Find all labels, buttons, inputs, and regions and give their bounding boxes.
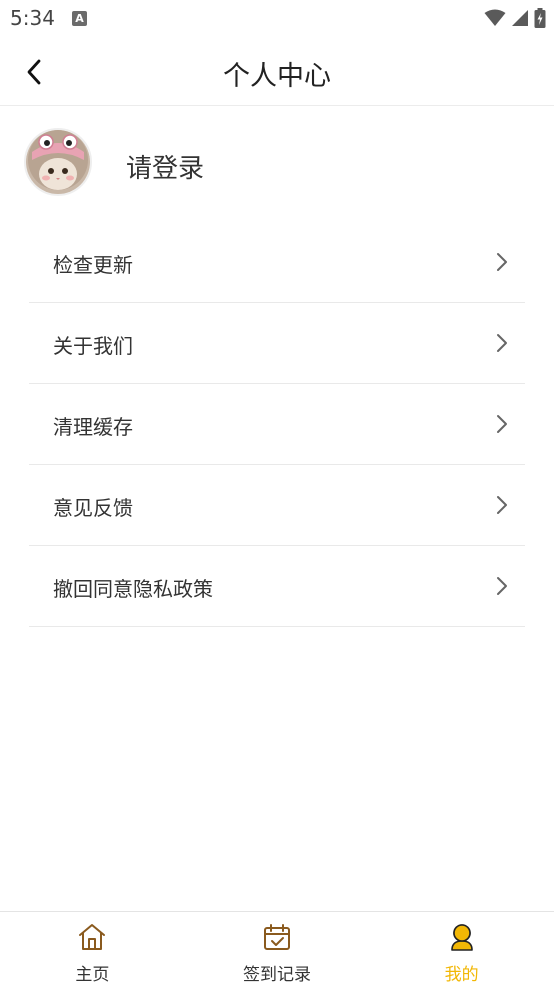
user-icon <box>450 924 473 951</box>
menu-item-check-update[interactable]: 检查更新 <box>29 222 525 303</box>
chevron-right-icon <box>497 253 507 271</box>
chevron-right-icon <box>497 496 507 514</box>
chevron-right-icon <box>497 334 507 352</box>
status-time: 5:34 <box>10 6 55 30</box>
tab-mine[interactable]: 我的 <box>369 912 554 984</box>
avatar[interactable] <box>24 128 92 196</box>
tab-label: 签到记录 <box>243 965 311 984</box>
settings-menu: 检查更新 关于我们 清理缓存 意见反馈 撤回同意隐私政策 <box>29 222 525 627</box>
menu-item-label: 意见反馈 <box>53 496 133 520</box>
menu-item-clear-cache[interactable]: 清理缓存 <box>29 384 525 465</box>
page-title: 个人中心 <box>223 61 331 92</box>
title-bar: 个人中心 <box>0 36 554 106</box>
tab-checkin-records[interactable]: 签到记录 <box>185 912 370 984</box>
menu-item-label: 撤回同意隐私政策 <box>53 577 213 601</box>
calendar-check-icon <box>264 924 290 950</box>
menu-item-revoke-privacy[interactable]: 撤回同意隐私政策 <box>29 546 525 627</box>
menu-item-label: 清理缓存 <box>53 415 133 439</box>
chevron-right-icon <box>497 577 507 595</box>
status-icons <box>484 8 546 28</box>
home-icon <box>79 924 106 950</box>
tab-home[interactable]: 主页 <box>0 912 185 984</box>
bottom-tab-bar: 主页 签到记录 我的 <box>0 911 554 984</box>
tab-label: 主页 <box>75 965 110 984</box>
menu-item-about-us[interactable]: 关于我们 <box>29 303 525 384</box>
tab-label: 我的 <box>444 965 479 984</box>
battery-icon <box>534 8 546 28</box>
chevron-right-icon <box>497 415 507 433</box>
avatar-cat-image <box>26 130 90 194</box>
signal-icon <box>512 10 528 26</box>
status-bar: 5:34 A <box>0 0 554 36</box>
wifi-icon <box>484 9 506 26</box>
login-prompt[interactable]: 请登录 <box>126 148 204 185</box>
menu-item-label: 检查更新 <box>53 253 133 277</box>
notification-icon: A <box>72 11 87 26</box>
menu-item-feedback[interactable]: 意见反馈 <box>29 465 525 546</box>
menu-item-label: 关于我们 <box>53 334 133 358</box>
profile-login[interactable]: 请登录 <box>0 106 554 222</box>
